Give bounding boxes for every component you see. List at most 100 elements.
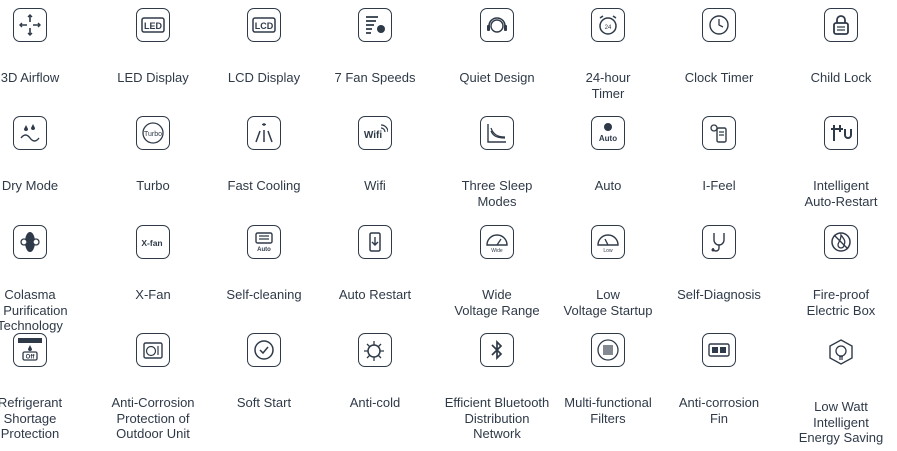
sleep-modes-icon [480,116,514,150]
fan-speeds-icon [358,8,392,42]
feature-label: 3D Airflow [0,70,60,85]
feature-label: Multi-functional Filters [564,395,652,426]
feature-item: Auto Restart [319,225,431,303]
dry-mode-icon [13,116,47,150]
fire-proof-icon [824,225,858,259]
feature-item: Off Refrigerant Shortage Protection [0,333,86,442]
feature-label: Quiet Design [459,70,535,85]
feature-item: Efficient Bluetooth Distribution Network [441,333,553,442]
soft-start-icon [247,333,281,367]
energy-saving-icon [822,333,860,371]
feature-item: 24 24-hour Timer [552,8,664,101]
feature-item: Three Sleep Modes [441,116,553,209]
feature-label: Low Watt Intelligent Energy Saving [798,399,884,445]
feature-item: Anti-corrosion Fin [663,333,775,426]
feature-item: 7 Fan Speeds [319,8,431,86]
fast-cooling-icon [247,116,281,150]
feature-item: Fire-proof Electric Box [785,225,897,318]
wifi-icon: Wifi [358,116,392,150]
feature-label: Wifi [364,178,386,193]
feature-label: LED Display [117,70,189,85]
svg-text:Auto: Auto [599,134,617,143]
3d-airflow-icon [13,8,47,42]
feature-item: Wide Wide Voltage Range [441,225,553,318]
feature-item: Self-Diagnosis [663,225,775,303]
feature-label: Self-Diagnosis [677,287,761,302]
feature-item: Child Lock [785,8,897,86]
feature-label: Three Sleep Modes [461,178,533,209]
feature-item: X-fan X-Fan [97,225,209,303]
feature-label: Intelligent Auto-Restart [804,178,878,209]
i-feel-icon [702,116,736,150]
feature-label: Dry Mode [1,178,59,193]
self-cleaning-icon: Auto [247,225,281,259]
feature-item: Clock Timer [663,8,775,86]
svg-text:Wide: Wide [491,248,503,254]
x-fan-icon: X-fan [136,225,170,259]
quiet-design-icon [480,8,514,42]
feature-label: Fast Cooling [227,178,301,193]
auto-icon: Auto [591,116,625,150]
feature-label: Anti-cold [349,395,401,410]
feature-label: Child Lock [810,70,872,85]
clock-timer-icon [702,8,736,42]
bluetooth-icon [480,333,514,367]
lcd-display-icon: LCD [247,8,281,42]
wide-voltage-icon: Wide [480,225,514,259]
feature-label: I-Feel [702,178,736,193]
feature-label: 24-hour Timer [585,70,631,101]
filter-icon [591,333,625,367]
feature-item: 3D Airflow [0,8,86,86]
refrigerant-icon: Off [13,333,47,367]
feature-item: Auto Self-cleaning [208,225,320,303]
feature-item: Intelligent Auto-Restart [785,116,897,209]
feature-label: X-Fan [135,287,171,302]
feature-item: Turbo Turbo [97,116,209,194]
feature-label: Clock Timer [684,70,754,85]
turbo-icon: Turbo [136,116,170,150]
feature-label: Auto Restart [338,287,412,302]
feature-item: Wifi Wifi [319,116,431,194]
feature-label: Soft Start [236,395,292,410]
feature-item: LED LED Display [97,8,209,86]
feature-label: Turbo [136,178,170,193]
outdoor-unit-icon [136,333,170,367]
feature-item: Anti-cold [319,333,431,411]
feature-label: Anti-corrosion Fin [678,395,760,426]
svg-text:Auto: Auto [257,247,271,253]
led-display-icon: LED [136,8,170,42]
feature-item: Colasma ir Purification Technology [0,225,86,334]
feature-label: Anti-Corrosion Protection of Outdoor Uni… [111,395,195,441]
alarm-clock-icon: 24 [591,8,625,42]
svg-text:LCD: LCD [255,21,274,31]
svg-text:LED: LED [144,21,163,31]
svg-text:Low: Low [603,248,613,254]
feature-item: Anti-Corrosion Protection of Outdoor Uni… [97,333,209,442]
feature-grid: 3D Airflow LED LED Display LCD LCD Display 7 … [0,0,897,451]
feature-label: Colasma ir Purification Technology [0,287,68,333]
feature-label: Refrigerant Shortage Protection [0,395,63,441]
feature-item: LCD LCD Display [208,8,320,86]
auto-restart-icon [358,225,392,259]
svg-text:Off: Off [26,355,36,361]
svg-text:X-fan: X-fan [141,238,162,248]
feature-item: Fast Cooling [208,116,320,194]
svg-text:Wifi: Wifi [364,130,382,141]
feature-item: Low Low Voltage Startup [552,225,664,318]
air-purification-icon [13,225,47,259]
fin-icon [702,333,736,367]
svg-text:Turbo: Turbo [144,131,162,138]
stethoscope-icon [702,225,736,259]
feature-label: Low Voltage Startup [563,287,653,318]
low-voltage-icon: Low [591,225,625,259]
feature-item: Auto Auto [552,116,664,194]
feature-label: Efficient Bluetooth Distribution Network [444,395,550,441]
feature-label: Fire-proof Electric Box [806,287,876,318]
feature-label: Self-cleaning [226,287,302,302]
auto-restart-plug-icon [824,116,858,150]
feature-item: Quiet Design [441,8,553,86]
feature-item: I-Feel [663,116,775,194]
feature-label: LCD Display [227,70,301,85]
feature-item: Dry Mode [0,116,86,194]
feature-label: Auto [594,178,622,193]
